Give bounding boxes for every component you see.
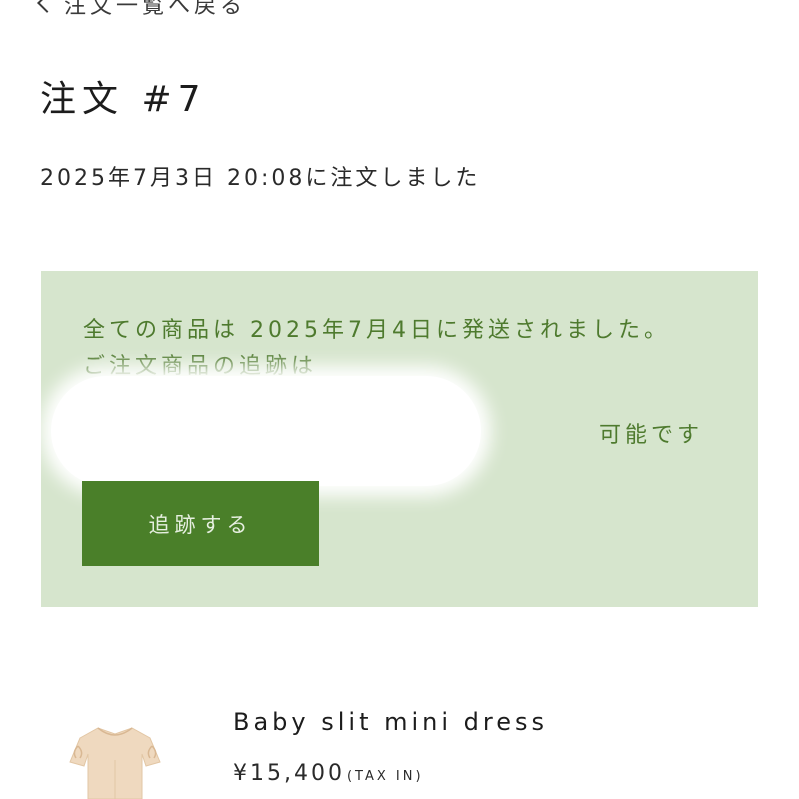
- product-name[interactable]: Baby slit mini dress: [233, 708, 548, 736]
- tax-note: (TAX IN): [346, 769, 424, 784]
- redacted-order-number: [200, 78, 241, 114]
- page-title: 注文 #7: [40, 70, 241, 122]
- order-detail-page: 注文一覧へ戻る 注文 #7 2025年7月3日 20:08に注文しました 全ての…: [0, 0, 799, 799]
- product-thumbnail[interactable]: [60, 720, 170, 799]
- shipping-status-panel: 全ての商品は 2025年7月4日に発送されました。 ご注文商品の追跡は 可能です…: [41, 271, 758, 607]
- track-shipment-button[interactable]: 追跡する: [82, 481, 319, 566]
- tracking-availability-text: 可能です: [599, 423, 704, 448]
- order-placed-date: 2025年7月3日 20:08に注文しました: [40, 166, 481, 191]
- back-link-label: 注文一覧へ戻る: [64, 0, 247, 19]
- back-to-orders-link[interactable]: 注文一覧へ戻る: [37, 0, 247, 20]
- product-price: ¥15,400: [233, 761, 345, 786]
- order-number-title: 注文 #7: [40, 79, 207, 120]
- shipping-status-message: 全ての商品は 2025年7月4日に発送されました。 ご注文商品の追跡は: [83, 318, 670, 379]
- product-price-row: ¥15,400 (TAX IN): [233, 761, 424, 786]
- chevron-left-icon: [37, 0, 57, 13]
- redacted-tracking-info: [51, 376, 481, 486]
